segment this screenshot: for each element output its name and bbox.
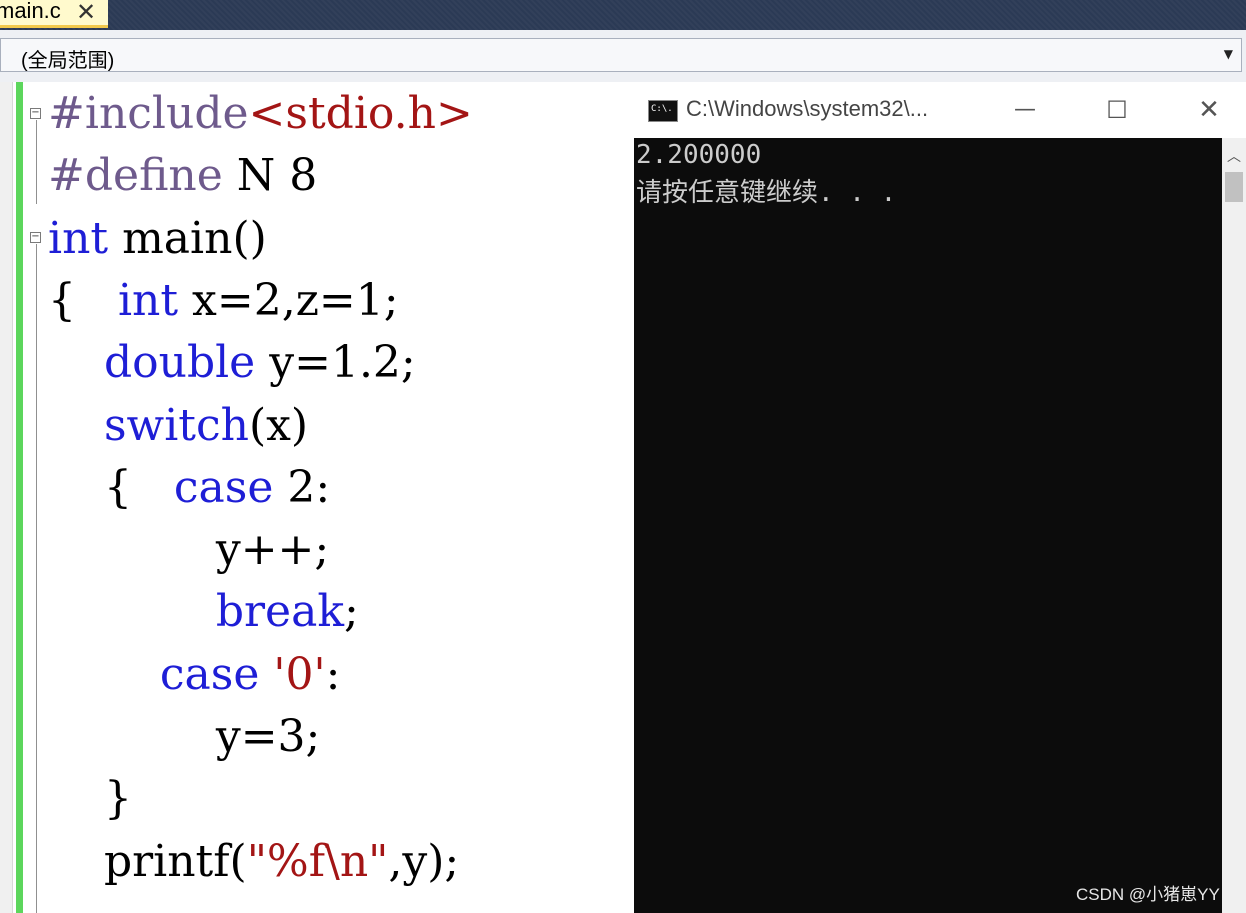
close-icon[interactable]: ✕ <box>76 0 96 27</box>
code-token-plain: } <box>48 773 132 825</box>
scope-dropdown[interactable]: (全局范围) ▼ <box>0 38 1242 72</box>
console-window[interactable]: C:\. C:\Windows\system32\... — ☐ ✕ 2.200… <box>634 82 1246 913</box>
code-token-pp: #include <box>48 88 249 139</box>
code-line[interactable]: break; <box>48 586 359 637</box>
console-scrollbar[interactable]: ︿ <box>1222 138 1246 913</box>
collapse-icon[interactable]: − <box>30 108 41 119</box>
code-token-plain: y=1.2; <box>255 337 416 389</box>
console-output-area[interactable]: 2.200000 请按任意键继续. . . <box>634 138 1222 913</box>
outline-line <box>36 244 37 913</box>
scope-value: (全局范围) <box>21 50 115 72</box>
collapse-icon[interactable]: − <box>30 232 41 243</box>
code-line[interactable]: { int x=2,z=1; <box>48 275 399 326</box>
code-token-pp: #define <box>48 150 223 202</box>
code-token-plain: : <box>325 648 341 700</box>
code-token-kw: case <box>159 648 260 700</box>
code-token-plain: x=2,z=1; <box>178 274 399 326</box>
code-token-kw: case <box>173 461 274 513</box>
code-token-kw: break <box>215 586 344 638</box>
console-app-icon: C:\. <box>648 100 678 122</box>
scrollbar-thumb[interactable] <box>1225 172 1243 202</box>
console-title: C:\Windows\system32\... <box>686 96 929 121</box>
editor-margin <box>0 82 13 913</box>
code-line[interactable]: #define N 8 <box>48 150 317 201</box>
code-token-str: '0' <box>273 648 326 700</box>
code-token-plain: ; <box>343 586 359 638</box>
code-token-plain: main() <box>108 212 267 264</box>
code-line[interactable]: y++; <box>48 524 329 575</box>
code-token-str: <stdio.h> <box>248 88 473 139</box>
code-token-plain: N 8 <box>222 150 318 202</box>
code-line[interactable]: } <box>48 773 132 824</box>
code-token-plain: y=3; <box>48 711 321 762</box>
close-button[interactable]: ✕ <box>1186 90 1232 130</box>
tab-main-c[interactable]: main.c ✕ <box>0 0 108 28</box>
code-token-plain: { <box>48 274 118 326</box>
code-line[interactable]: double y=1.2; <box>48 337 416 388</box>
scroll-up-icon[interactable]: ︿ <box>1227 146 1241 166</box>
code-token-plain: (x) <box>248 399 309 451</box>
code-token-plain: { <box>48 461 174 513</box>
code-token-kw: int <box>48 212 109 264</box>
code-line[interactable]: switch(x) <box>48 400 308 451</box>
code-editor[interactable]: − − #include<stdio.h> #define N 8 int main… <box>0 82 634 913</box>
code-line[interactable]: #include<stdio.h> <box>48 88 473 139</box>
tab-label: main.c <box>0 0 61 23</box>
code-token-plain: 2: <box>273 461 331 513</box>
console-titlebar[interactable]: C:\. C:\Windows\system32\... — ☐ ✕ <box>634 82 1246 138</box>
change-tracking-bar <box>16 82 23 913</box>
console-output-line: 2.200000 <box>636 140 762 170</box>
code-line[interactable]: int main() <box>48 213 267 264</box>
code-line[interactable]: y=3; <box>48 711 321 762</box>
maximize-button[interactable]: ☐ <box>1094 90 1140 130</box>
code-token-kw: int <box>117 274 179 326</box>
code-line[interactable]: printf("%f\n",y); <box>48 836 459 887</box>
watermark: CSDN @小猪崽YY <box>1076 885 1220 904</box>
outline-line <box>36 120 37 204</box>
code-token-plain: y++; <box>48 524 330 576</box>
code-token-kw: double <box>103 337 256 389</box>
code-token-plain: ,y); <box>388 835 460 887</box>
editor-tab-strip: main.c ✕ <box>0 0 1246 30</box>
dropdown-arrow-icon[interactable]: ▼ <box>1224 47 1233 61</box>
code-line[interactable]: { case 2: <box>48 462 330 513</box>
minimize-button[interactable]: — <box>1002 90 1048 130</box>
code-token-kw: switch <box>103 399 249 451</box>
code-token-str: "%f\n" <box>246 835 389 887</box>
console-output-line: 请按任意键继续. . . <box>636 178 897 208</box>
navigation-bar: (全局范围) ▼ <box>0 30 1246 83</box>
code-line[interactable]: case '0': <box>48 648 341 700</box>
code-token-plain: printf( <box>48 835 247 887</box>
